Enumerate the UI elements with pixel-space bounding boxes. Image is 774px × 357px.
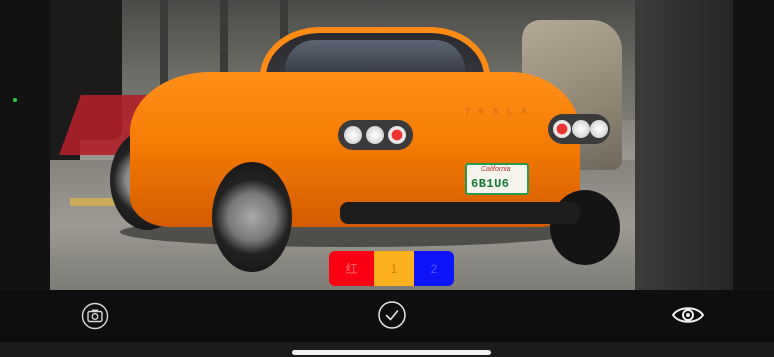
- tail-lamp: [590, 120, 608, 138]
- eye-icon: [671, 307, 705, 323]
- right-wall: [635, 0, 733, 290]
- camera-screen: TESLA California 6B1U6 红 1 2: [0, 0, 774, 357]
- plate-state: California: [481, 166, 511, 173]
- tail-lamp: [344, 126, 362, 144]
- right-letterbox: [733, 0, 774, 290]
- color-chip-red[interactable]: 红: [329, 251, 374, 286]
- tail-lamp: [572, 120, 590, 138]
- left-tail-light: [338, 120, 413, 150]
- tail-lamp: [366, 126, 384, 144]
- camera-viewfinder[interactable]: TESLA California 6B1U6: [50, 0, 733, 290]
- left-letterbox: [0, 0, 50, 290]
- chip-label: 1: [390, 261, 398, 276]
- plate-number: 6B1U6: [471, 177, 510, 191]
- chip-label: 红: [345, 262, 358, 276]
- bottom-toolbar: [0, 290, 774, 342]
- license-plate: California 6B1U6: [465, 163, 529, 195]
- status-indicator-dot: [13, 98, 17, 102]
- chip-label: 2: [430, 261, 438, 276]
- right-tail-light: [548, 114, 610, 144]
- color-chip-amber[interactable]: 1: [374, 251, 414, 286]
- confirm-button[interactable]: [376, 299, 408, 331]
- camera-switch-button[interactable]: [80, 301, 110, 331]
- tail-lamp: [388, 126, 406, 144]
- tail-lamp: [553, 120, 571, 138]
- home-indicator[interactable]: [292, 350, 491, 355]
- camera-switch-icon: [81, 302, 109, 330]
- orange-sports-car: TESLA California 6B1U6: [110, 22, 620, 272]
- checkmark-circle-icon: [378, 301, 406, 329]
- color-chip-blue[interactable]: 2: [414, 251, 454, 286]
- rear-left-wheel: [212, 162, 292, 272]
- home-indicator-area: [0, 342, 774, 357]
- car-wordmark: TESLA: [465, 107, 536, 116]
- rear-diffuser: [340, 202, 580, 224]
- preview-toggle-button[interactable]: [670, 302, 706, 328]
